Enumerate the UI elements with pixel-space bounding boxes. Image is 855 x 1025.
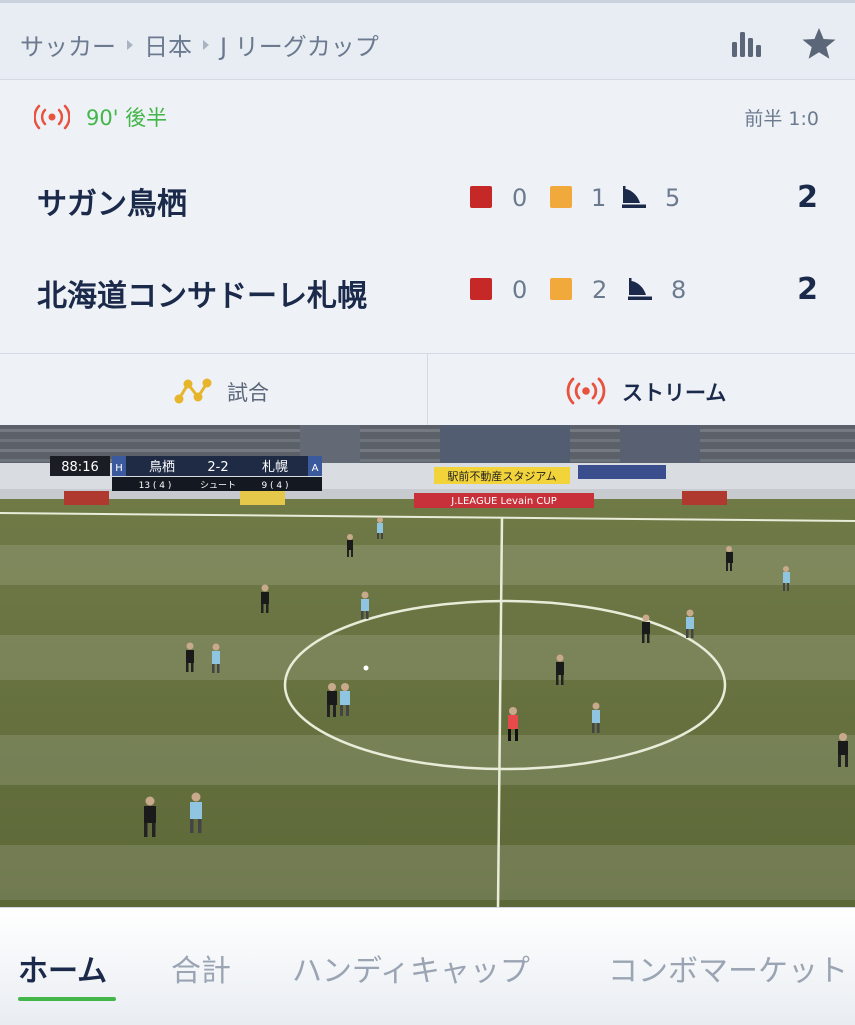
match-tracker-icon: [174, 378, 212, 404]
breadcrumb-sport[interactable]: サッカー: [20, 27, 116, 62]
live-video-player[interactable]: 駅前不動産スタジアム J.LEAGUE Levain CUP 88:16 H 鳥…: [0, 425, 855, 907]
tab-match-label: 試合: [227, 381, 269, 405]
video-home-tag: H: [115, 463, 123, 474]
corner-flag-icon: [622, 186, 646, 208]
corner-flag-icon: [628, 278, 652, 300]
video-score: 2-2: [207, 460, 228, 475]
sponsor-board: [240, 491, 285, 505]
red-card-icon: [470, 278, 492, 300]
breadcrumb-separator-icon: [203, 39, 209, 50]
blue-sign: [578, 465, 666, 479]
away-team-name: 北海道コンサドーレ札幌: [37, 279, 367, 314]
home-corners: 5: [665, 184, 681, 212]
ball: [363, 665, 369, 671]
away-score: 2: [797, 272, 818, 307]
sponsor-board: [682, 491, 727, 505]
home-yellow-cards: 1: [591, 184, 607, 212]
active-tab-underline: [18, 997, 116, 1001]
star-icon[interactable]: [801, 26, 837, 62]
match-minute: 90' 後半: [86, 106, 168, 130]
home-red-cards: 0: [512, 184, 528, 212]
video-shots-label: シュート: [200, 481, 236, 491]
away-red-cards: 0: [512, 276, 528, 304]
yellow-card-icon: [550, 278, 572, 300]
stadium-banner-text: 駅前不動産スタジアム: [447, 469, 556, 483]
away-yellow-cards: 2: [592, 276, 608, 304]
video-away-team: 札幌: [262, 459, 288, 475]
home-team-name: サガン鳥栖: [37, 187, 187, 222]
video-shots-home: 13 ( 4 ): [139, 481, 172, 491]
video-home-team: 鳥栖: [149, 460, 175, 475]
market-tab-handicap[interactable]: ハンディキャップ: [292, 946, 530, 990]
market-tab-combo[interactable]: コンボマーケット: [608, 946, 848, 990]
ad-board-text: J.LEAGUE Levain CUP: [450, 496, 556, 507]
away-corners: 8: [671, 276, 687, 304]
stats-bars-icon[interactable]: [731, 31, 761, 57]
breadcrumb-league[interactable]: J リーグカップ: [220, 27, 379, 62]
header-bar: サッカー 日本 J リーグカップ: [0, 3, 855, 80]
video-clock: 88:16: [61, 460, 98, 475]
yellow-card-icon: [550, 186, 572, 208]
view-tabs: 試合 ストリーム: [0, 353, 855, 426]
video-shots-away: 9 ( 4 ): [261, 481, 288, 491]
home-score: 2: [797, 180, 818, 215]
video-away-tag: A: [312, 463, 319, 474]
live-broadcast-icon: [34, 104, 70, 130]
market-tab-home[interactable]: ホーム: [18, 946, 107, 990]
market-tabs: ホーム 合計 ハンディキャップ コンボマーケット: [0, 907, 855, 1025]
market-tab-total[interactable]: 合計: [171, 946, 231, 990]
sponsor-board: [64, 491, 109, 505]
live-stream-icon: [566, 377, 606, 405]
red-card-icon: [470, 186, 492, 208]
breadcrumb-country[interactable]: 日本: [144, 27, 192, 62]
tab-stream-label: ストリーム: [622, 381, 727, 405]
breadcrumb-separator-icon: [127, 39, 133, 50]
tab-stream[interactable]: ストリーム: [428, 354, 855, 426]
breadcrumb: サッカー 日本 J リーグカップ: [20, 27, 379, 62]
video-frame: 駅前不動産スタジアム J.LEAGUE Levain CUP 88:16 H 鳥…: [0, 425, 855, 907]
tab-match[interactable]: 試合: [0, 354, 427, 426]
halftime-score: 前半 1:0: [744, 108, 819, 130]
